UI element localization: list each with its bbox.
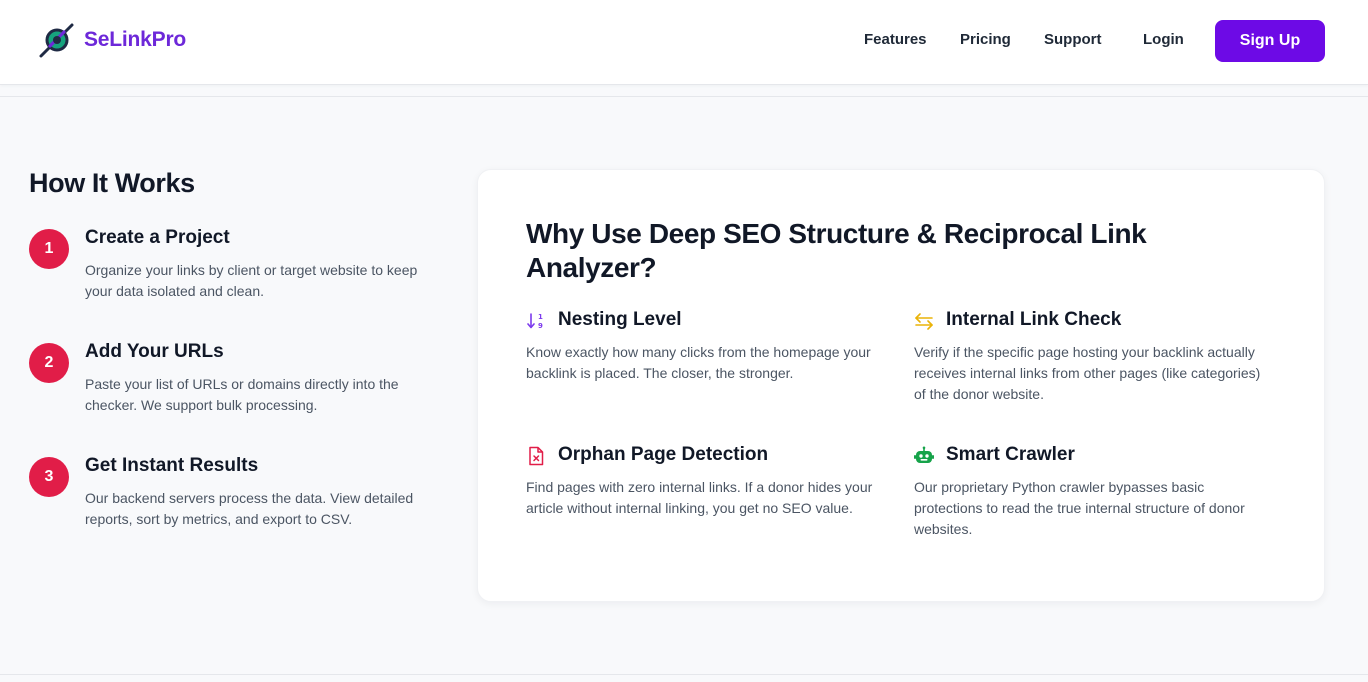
step-number-badge: 3 (29, 457, 69, 497)
step-description: Paste your list of URLs or domains direc… (85, 376, 399, 413)
sort-numeric-icon: 1 9 (526, 310, 546, 332)
top-navbar: SeLinkPro Features Pricing Support Login… (0, 0, 1368, 85)
file-x-icon (526, 445, 546, 467)
step-number-badge: 1 (29, 229, 69, 269)
step-description: Organize your links by client or target … (85, 262, 418, 299)
feature-title: Smart Crawler (946, 444, 1075, 465)
feature-title: Orphan Page Detection (558, 444, 769, 465)
step-description: Our backend servers process the data. Vi… (85, 490, 414, 527)
nav-support-link[interactable]: Support (1044, 30, 1102, 50)
step-title: Get Instant Results (85, 455, 259, 476)
svg-text:1: 1 (538, 313, 543, 321)
feature-title: Nesting Level (558, 309, 682, 330)
feature-title: Internal Link Check (946, 309, 1122, 330)
step-title: Add Your URLs (85, 341, 224, 362)
nav-features-link[interactable]: Features (864, 30, 927, 50)
step-number-badge: 2 (29, 343, 69, 383)
feature-description: Know exactly how many clicks from the ho… (526, 344, 871, 381)
section-divider-top (0, 96, 1368, 97)
why-use-title: Why Use Deep SEO Structure & Reciprocal … (526, 218, 1147, 283)
arrows-exchange-icon (914, 310, 934, 332)
why-use-card: Why Use Deep SEO Structure & Reciprocal … (477, 169, 1325, 602)
link-logo-icon (39, 23, 74, 58)
feature-description: Our proprietary Python crawler bypasses … (914, 479, 1245, 537)
brand-home-link[interactable]: SeLinkPro (36, 20, 186, 60)
step-title: Create a Project (85, 227, 230, 248)
how-it-works-title: How It Works (29, 168, 195, 198)
robot-icon (914, 445, 934, 467)
signup-button[interactable]: Sign Up (1215, 20, 1325, 62)
nav-pricing-link[interactable]: Pricing (960, 30, 1011, 50)
brand-name: SeLinkPro (84, 28, 187, 51)
nav-login-link[interactable]: Login (1143, 30, 1184, 50)
feature-description: Find pages with zero internal links. If … (526, 479, 873, 516)
section-divider-bottom (0, 674, 1368, 675)
feature-description: Verify if the specific page hosting your… (914, 344, 1261, 402)
svg-text:9: 9 (538, 322, 543, 330)
